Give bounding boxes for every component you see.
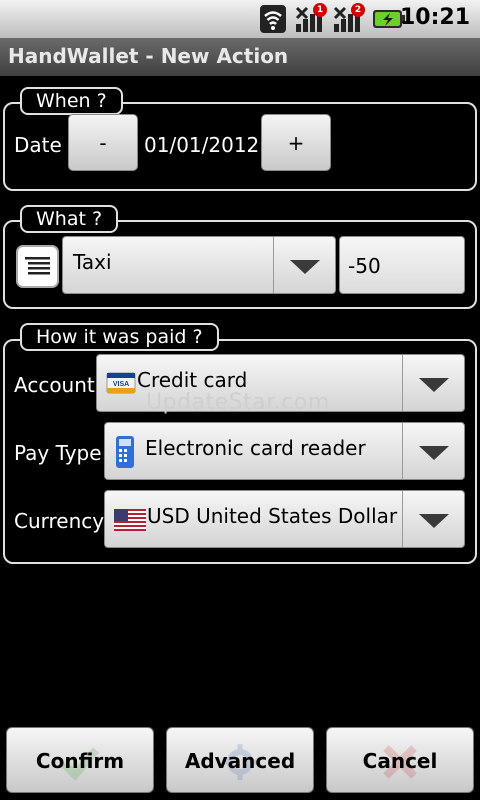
paytype-spinner[interactable]: Electronic card reader: [104, 422, 465, 480]
app-title: HandWallet - New Action: [8, 44, 289, 68]
signal-2-badge: 2: [351, 3, 365, 17]
what-legend: What ?: [20, 205, 119, 233]
cancel-label: Cancel: [362, 749, 438, 773]
account-value: Credit card: [137, 368, 248, 392]
cancel-button[interactable]: Cancel: [326, 727, 474, 793]
list-icon: [25, 257, 50, 275]
currency-value: USD United States Dollar: [147, 504, 398, 528]
date-plus-button[interactable]: +: [261, 114, 331, 171]
category-spinner[interactable]: Taxi: [62, 236, 336, 294]
signal-1-badge: 1: [313, 3, 327, 17]
account-label: Account: [14, 373, 95, 397]
date-label: Date: [14, 133, 62, 157]
title-bar: HandWallet - New Action: [0, 38, 480, 76]
wifi-icon: [260, 5, 286, 33]
when-legend: When ?: [20, 87, 123, 115]
amount-input[interactable]: -50: [339, 236, 465, 294]
card-reader-icon: [116, 436, 134, 468]
confirm-label: Confirm: [35, 749, 125, 773]
chevron-down-icon: [402, 491, 464, 547]
advanced-button[interactable]: Advanced: [166, 727, 314, 793]
date-minus-button[interactable]: -: [68, 114, 138, 171]
how-legend: How it was paid ?: [20, 323, 219, 351]
currency-label: Currency: [14, 509, 105, 533]
watermark: UpdateStar.com: [146, 390, 330, 415]
chevron-down-icon: [273, 237, 335, 293]
category-list-button[interactable]: [16, 245, 59, 288]
currency-spinner[interactable]: USD United States Dollar: [104, 490, 465, 548]
date-value[interactable]: 01/01/2012: [144, 133, 259, 157]
chevron-down-icon: [402, 423, 464, 479]
signal-1-icon: 1: [294, 3, 327, 34]
category-value: Taxi: [73, 250, 112, 274]
chevron-down-icon: [402, 355, 464, 411]
credit-card-icon: VISA: [106, 372, 136, 394]
us-flag-icon: [114, 509, 146, 531]
status-bar: 1 2 10:21: [0, 0, 480, 38]
paytype-label: Pay Type: [14, 441, 102, 465]
confirm-button[interactable]: Confirm: [6, 727, 154, 793]
advanced-label: Advanced: [184, 749, 296, 773]
signal-2-icon: 2: [332, 3, 365, 34]
clock: 10:21: [399, 5, 470, 30]
svg-text:VISA: VISA: [113, 381, 129, 388]
paytype-value: Electronic card reader: [145, 436, 366, 460]
